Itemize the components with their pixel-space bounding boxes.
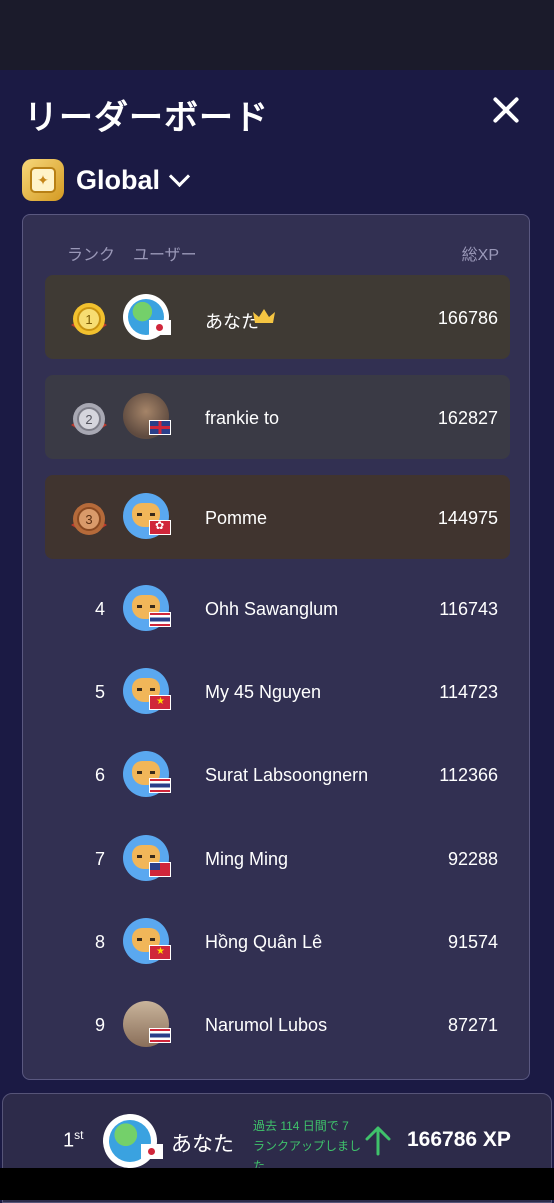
flag-gb-icon [149, 420, 171, 435]
user-xp: 87271 [447, 1015, 498, 1035]
leaderboard-row-1[interactable]: 1 あなた 166786 [45, 275, 510, 359]
user-name: Pomme [205, 508, 268, 528]
crown-icon [253, 309, 275, 323]
leaderboard-row-5[interactable]: 5 My 45 Nguyen 114723 [45, 652, 510, 736]
column-header-user: ユーザー [133, 247, 197, 264]
status-bar [0, 0, 554, 70]
my-rank: 1st [63, 1128, 84, 1152]
flag-vn-icon [149, 945, 171, 960]
user-name: My 45 Nguyen [205, 682, 322, 702]
my-name: あなた [171, 1133, 234, 1156]
my-total-xp: 166786 XP [407, 1128, 511, 1151]
user-xp: 166786 [437, 308, 498, 328]
rank-number: 7 [94, 849, 105, 869]
user-xp: 162827 [437, 408, 498, 428]
league-selector[interactable]: ✦ Global [22, 158, 191, 202]
leaderboard-row-3[interactable]: 3 Pomme 144975 [45, 475, 510, 559]
rank-number: 6 [94, 765, 105, 785]
user-name: Hồng Quân Lê [205, 932, 323, 952]
chevron-down-icon [168, 165, 191, 187]
user-xp: 114723 [439, 682, 498, 702]
user-xp: 91574 [447, 932, 498, 952]
rank-up-note: 過去 114 日間で 7 ランクアップしました [253, 1119, 362, 1173]
leaderboard-row-7[interactable]: 7 Ming Ming 92288 [45, 819, 510, 903]
rank-number: 5 [94, 682, 105, 702]
leaderboard-row-2[interactable]: 2 frankie to 162827 [45, 375, 510, 459]
bronze-medal-icon: 3 [71, 503, 107, 535]
user-name: frankie to [205, 408, 280, 428]
column-header-rank: ランク [67, 247, 116, 264]
flag-jp-icon [149, 320, 171, 335]
rank-number: 9 [94, 1015, 105, 1035]
page-title: リーダーボード [24, 99, 269, 137]
leaderboard-row-4[interactable]: 4 Ohh Sawanglum 116743 [45, 569, 510, 653]
my-avatar [103, 1114, 157, 1168]
flag-th-icon [149, 778, 171, 793]
leaderboard-row-6[interactable]: 6 Surat Labsoongnern 112366 [45, 735, 510, 819]
column-header-xp: 総XP [461, 247, 499, 264]
user-xp: 144975 [437, 508, 498, 528]
user-name: Surat Labsoongnern [205, 765, 369, 785]
flag-vn-icon [149, 695, 171, 710]
close-icon[interactable] [488, 92, 524, 128]
system-nav-bar [0, 1168, 554, 1200]
user-name: Narumol Lubos [205, 1015, 328, 1035]
header: リーダーボード [0, 70, 554, 150]
flag-th-icon [149, 612, 171, 627]
svg-text:2: 2 [85, 412, 92, 427]
flag-th-icon [149, 1028, 171, 1043]
gold-medal-icon: 1 [71, 303, 107, 335]
flag-hk-icon [149, 519, 171, 535]
leaderboard-row-9[interactable]: 9 Narumol Lubos 87271 [45, 985, 510, 1069]
leaderboard-row-8[interactable]: 8 Hồng Quân Lê 91574 [45, 902, 510, 986]
user-xp: 116743 [439, 599, 498, 619]
svg-text:1: 1 [85, 312, 92, 327]
flag-tw-icon [149, 862, 171, 877]
rank-number: 8 [94, 932, 105, 952]
svg-text:3: 3 [85, 512, 92, 527]
user-name: Ohh Sawanglum [205, 599, 339, 619]
user-name: Ming Ming [205, 849, 289, 869]
silver-medal-icon: 2 [71, 403, 107, 435]
user-xp: 92288 [447, 849, 498, 869]
leaderboard-panel: ランク ユーザー 総XP 1 あなた 166786 2 frankie to 1… [22, 214, 530, 1080]
arrow-up-icon [365, 1126, 391, 1156]
rank-number: 4 [94, 599, 105, 619]
league-label: Global [76, 164, 161, 195]
gold-league-icon: ✦ [22, 159, 64, 201]
user-xp: 112366 [439, 765, 498, 785]
flag-jp-icon [141, 1144, 163, 1159]
